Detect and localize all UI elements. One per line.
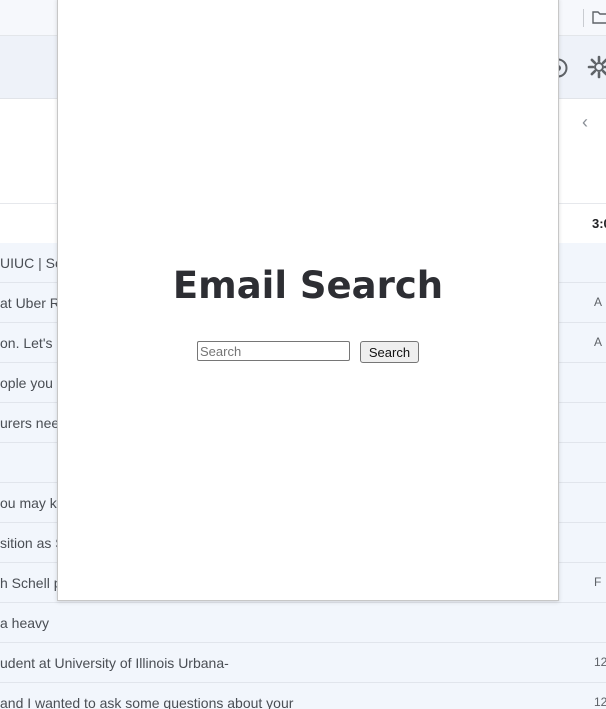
mail-snippet: a heavy	[0, 615, 50, 631]
mail-snippet: sition as S	[0, 535, 65, 551]
screen: ‹ 3:0 UIUC | Sc at Uber R A on. Let's A …	[0, 0, 606, 709]
mail-snippet: and I wanted to ask some questions about…	[0, 695, 294, 709]
mail-date: 12	[594, 655, 606, 669]
mail-row[interactable]: udent at University of Illinois Urbana- …	[0, 643, 606, 683]
popup-title: Email Search	[172, 264, 444, 307]
mail-snippet: ou may kn	[0, 495, 65, 511]
mail-snippet: at Uber R	[0, 295, 60, 311]
search-button[interactable]: Search	[360, 341, 419, 363]
mail-snippet: on. Let's	[0, 335, 53, 351]
search-input[interactable]	[197, 341, 350, 361]
mail-date: F	[594, 575, 602, 589]
mail-snippet: udent at University of Illinois Urbana-	[0, 655, 229, 671]
mail-date: A	[594, 295, 603, 309]
folder-icon[interactable]	[592, 10, 606, 24]
email-search-popup: Email Search Search	[57, 0, 559, 601]
mail-snippet: h Schell p	[0, 575, 62, 591]
mail-row[interactable]: a heavy	[0, 603, 606, 643]
mail-date: 12	[594, 695, 606, 709]
mail-date: A	[594, 335, 603, 349]
gear-icon[interactable]	[587, 55, 606, 79]
mail-time: 3:0	[592, 216, 606, 231]
mail-row[interactable]: and I wanted to ask some questions about…	[0, 683, 606, 709]
chevron-left-icon[interactable]: ‹	[582, 112, 588, 133]
toolbar-divider	[583, 9, 584, 27]
mail-snippet: UIUC | Sc	[0, 255, 62, 271]
